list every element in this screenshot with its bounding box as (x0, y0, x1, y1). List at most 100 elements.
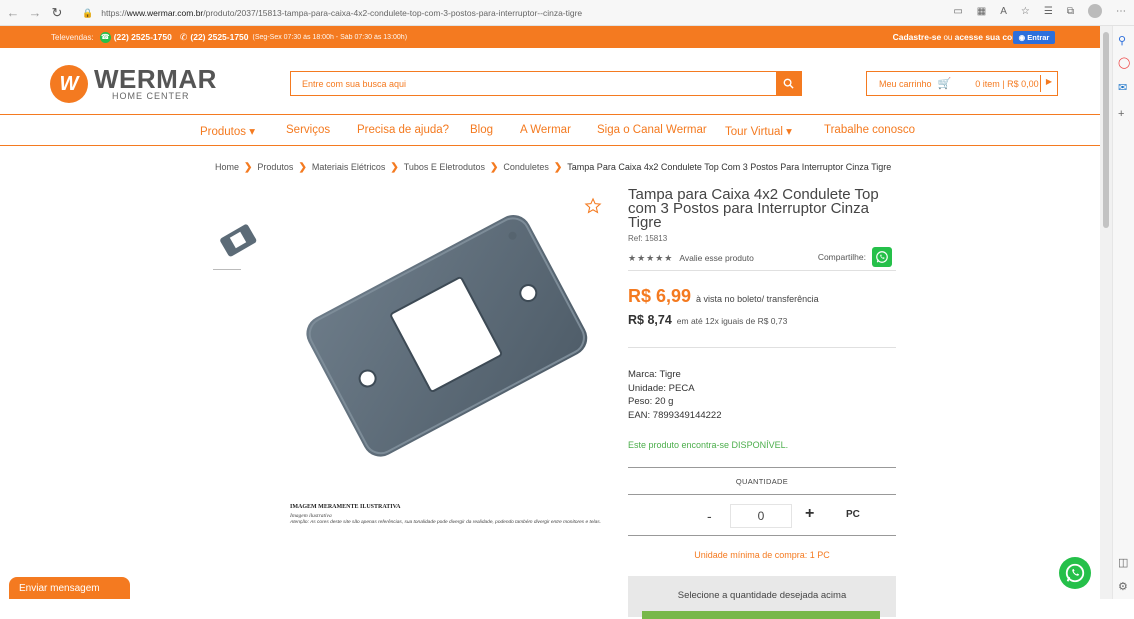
read-aloud-icon[interactable]: A (1000, 6, 1007, 17)
breadcrumb-conduletes[interactable]: Conduletes (503, 162, 549, 172)
address-bar[interactable]: 🔒 https://www.wermar.com.br/produto/2037… (82, 4, 922, 22)
whatsapp-share-button[interactable] (872, 247, 892, 267)
buy-button[interactable] (642, 611, 880, 619)
product-photo (306, 215, 588, 457)
menu-item-servicos[interactable]: Serviços (286, 124, 330, 136)
rate-product-link[interactable]: Avalie esse produto (679, 253, 754, 263)
settings-icon[interactable]: ⚙ (1118, 580, 1128, 593)
lock-icon: 🔒 (82, 7, 94, 18)
phone-number-1[interactable]: (22) 2525-1750 (114, 32, 172, 42)
favorites-icon[interactable]: ☰ (1044, 6, 1053, 17)
url-path: /produto/2037/15813-tampa-para-caixa-4x2… (203, 8, 583, 18)
office-icon[interactable]: ◯ (1118, 56, 1130, 69)
cart-total: 0 item | R$ 0,00 (975, 78, 1039, 89)
breadcrumb-produtos[interactable]: Produtos (257, 162, 293, 172)
product-ref: Ref: 15813 (628, 234, 668, 243)
page-scrollbar[interactable] (1100, 26, 1112, 599)
minimum-purchase: Unidade mínima de compra: 1 PC (694, 550, 830, 560)
profile-avatar[interactable] (1088, 4, 1102, 18)
installment-price: R$ 8,74 (628, 313, 672, 327)
logo[interactable]: W WERMAR HOME CENTER (50, 65, 217, 103)
product-main-image[interactable] (278, 188, 618, 548)
scrollbar-thumb[interactable] (1103, 32, 1109, 228)
product-info: Tampa para Caixa 4x2 Condulete Top com 3… (628, 187, 896, 619)
signup-link[interactable]: Cadastre-se (893, 32, 942, 42)
spec-weight: Peso: 20 g (628, 396, 674, 407)
chevron-right-icon: ❯ (390, 162, 399, 173)
menu-item-ajuda[interactable]: Precisa de ajuda? (357, 124, 449, 136)
quantity-label: QUANTIDADE (735, 477, 789, 486)
search-button[interactable] (776, 72, 801, 95)
cash-price-note: à vista no boleto/ transferência (696, 294, 819, 304)
enter-button[interactable]: ◉ Entrar (1013, 31, 1055, 44)
qty-increase-button[interactable]: + (805, 505, 814, 523)
installment-price-row: R$ 8,74 em até 12x iguais de R$ 0,73 (628, 313, 896, 327)
qty-decrease-button[interactable]: - (707, 508, 712, 524)
chevron-right-icon: ❯ (553, 162, 563, 173)
read-mode-icon[interactable]: ▭ (953, 6, 962, 17)
back-icon[interactable]: ← (4, 4, 22, 22)
favorite-add-icon[interactable]: ☆ (1021, 6, 1030, 17)
more-icon[interactable]: ⋯ (1116, 6, 1126, 17)
outlook-icon[interactable]: ✉ (1118, 81, 1127, 94)
menu-item-a-wermar[interactable]: A Wermar (520, 124, 571, 136)
divider (628, 347, 896, 348)
divider (628, 535, 896, 536)
reload-icon[interactable]: ↻ (48, 4, 66, 22)
menu-item-tour[interactable]: Tour Virtual ▾ (725, 124, 792, 138)
menu-item-produtos[interactable]: Produtos ▾ (200, 124, 255, 138)
breadcrumb-tubos[interactable]: Tubos E Eletrodutos (404, 162, 485, 172)
thumbnail-indicator (213, 269, 241, 270)
logo-text: WERMAR HOME CENTER (94, 66, 217, 101)
breadcrumb-home[interactable]: Home (215, 162, 239, 172)
whatsapp-float-button[interactable] (1059, 557, 1091, 589)
thumbnail-image (220, 224, 257, 257)
disclaimer-title: IMAGEM MERAMENTE ILUSTRATIVA (290, 504, 401, 510)
or-text: ou (941, 33, 955, 42)
menu-item-trabalhe[interactable]: Trabalhe conosco (824, 124, 915, 136)
cart-divider (1040, 75, 1041, 92)
url-prefix: https:// (101, 8, 127, 18)
spec-brand: Marca: Tigre (628, 369, 681, 380)
qty-unit: PC (846, 509, 860, 520)
divider (628, 270, 896, 271)
whatsapp-icon (876, 251, 888, 263)
search-icon[interactable]: ⚲ (1118, 34, 1126, 47)
favorite-star-icon[interactable] (584, 197, 602, 220)
rating-stars-icon[interactable]: ★★★★★ (628, 253, 673, 264)
collections-icon[interactable]: ⧉ (1067, 6, 1074, 17)
cart-widget[interactable]: Meu carrinho 🛒 0 item | R$ 0,00 ▶ (866, 71, 1058, 96)
url-host: www.wermar.com.br (126, 8, 204, 18)
cart-label: Meu carrinho (879, 78, 932, 89)
share-label: Compartilhe: (817, 252, 866, 262)
rating-row: ★★★★★ Avalie esse produto Compartilhe: (628, 247, 896, 268)
top-bar: Televendas: ☎ (22) 2525-1750 ✆ (22) 2525… (0, 26, 1100, 48)
cash-price-row: R$ 6,99 à vista no boleto/ transferência (628, 286, 896, 307)
search-input[interactable] (291, 72, 776, 95)
quantity-stepper: - 0 + PC (628, 495, 896, 535)
qty-input[interactable]: 0 (730, 504, 792, 528)
grid-icon[interactable]: ▦ (977, 6, 986, 17)
account-links: Cadastre-se ou acesse sua conta (893, 26, 1025, 49)
phone-number-2[interactable]: (22) 2525-1750 (190, 32, 248, 42)
menu-item-blog[interactable]: Blog (470, 124, 493, 136)
select-quantity-text: Selecione a quantidade desejada acima (677, 590, 847, 601)
phone-icon: ✆ (179, 31, 188, 42)
add-icon[interactable]: + (1118, 108, 1124, 120)
spec-ean: EAN: 7899349144222 (628, 409, 722, 421)
select-quantity-notice: Selecione a quantidade desejada acima (628, 576, 896, 619)
breadcrumb: Home ❯ Produtos ❯ Materiais Elétricos ❯ Tubos … (215, 162, 891, 173)
breadcrumb-materiais[interactable]: Materiais Elétricos (312, 162, 386, 172)
product-thumbnail[interactable] (213, 215, 263, 271)
forward-icon[interactable]: → (26, 4, 44, 22)
chevron-right-icon: ❯ (298, 162, 307, 173)
sidebar-toggle-icon[interactable]: ◫ (1118, 556, 1128, 569)
browser-actions: ▭ ▦ A ☆ ☰ ⧉ ⋯ (953, 4, 1126, 18)
browser-toolbar: ← → ↻ 🔒 https://www.wermar.com.br/produt… (0, 0, 1134, 26)
cart-arrow-icon[interactable]: ▶ (1046, 77, 1052, 86)
send-message-tab[interactable]: Enviar mensagem (9, 577, 130, 599)
menu-item-canal[interactable]: Siga o Canal Wermar (597, 124, 707, 136)
chevron-right-icon: ❯ (244, 162, 253, 173)
enter-button-label: Entrar (1027, 33, 1050, 42)
disclaimer-subtitle: Imagem ilustrativa (290, 513, 332, 519)
